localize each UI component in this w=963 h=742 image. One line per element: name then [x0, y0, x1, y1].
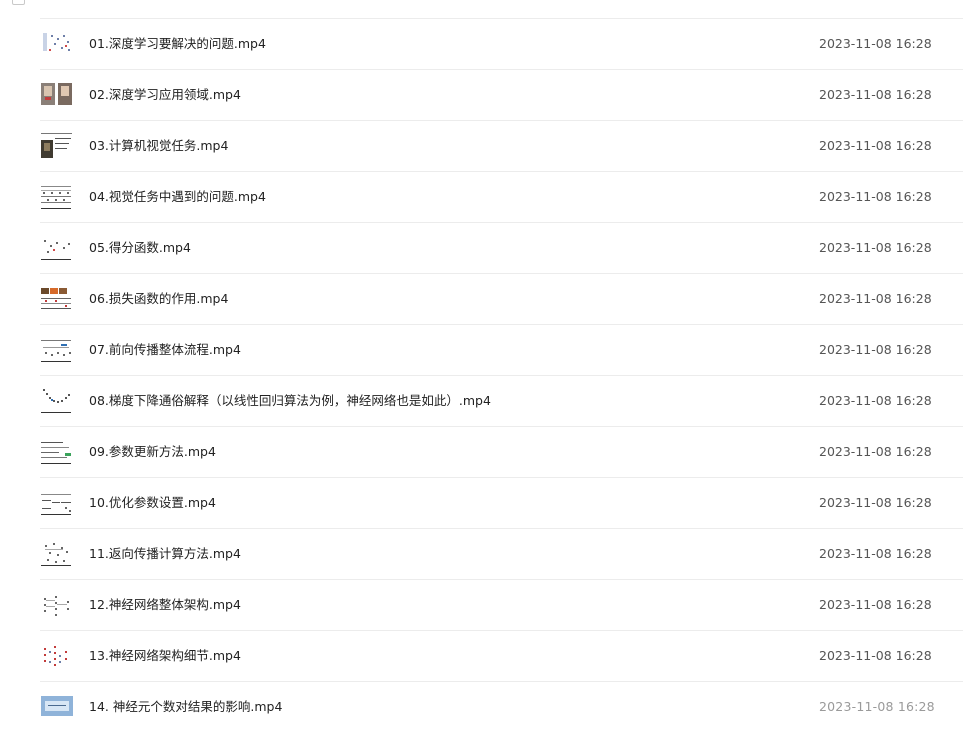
file-modified-date: 2023-11-08 16:28 — [819, 36, 932, 51]
video-thumbnail — [41, 386, 73, 414]
file-row[interactable]: 13.神经网络架构细节.mp4 2023-11-08 16:28 — [40, 631, 963, 682]
file-name[interactable]: 01.深度学习要解决的问题.mp4 — [89, 19, 266, 69]
file-row[interactable]: 08.梯度下降通俗解释（以线性回归算法为例，神经网络也是如此）.mp4 2023… — [40, 376, 963, 427]
file-row[interactable]: 05.得分函数.mp4 2023-11-08 16:28 — [40, 223, 963, 274]
file-modified-date: 2023-11-08 16:28 — [819, 648, 932, 663]
file-modified-date: 2023-11-08 16:28 — [819, 189, 932, 204]
video-thumbnail — [41, 284, 73, 312]
file-modified-date: 2023-11-08 16:28 — [819, 291, 932, 306]
file-name[interactable]: 13.神经网络架构细节.mp4 — [89, 631, 241, 681]
file-row[interactable]: 09.参数更新方法.mp4 2023-11-08 16:28 — [40, 427, 963, 478]
file-modified-date: 2023-11-08 16:28 — [819, 138, 932, 153]
file-row[interactable]: 06.损失函数的作用.mp4 2023-11-08 16:28 — [40, 274, 963, 325]
list-top-edge — [0, 0, 963, 19]
file-name[interactable]: 11.返向传播计算方法.mp4 — [89, 529, 241, 579]
video-thumbnail — [41, 131, 73, 159]
file-name[interactable]: 08.梯度下降通俗解释（以线性回归算法为例，神经网络也是如此）.mp4 — [89, 376, 491, 426]
video-thumbnail — [41, 590, 73, 618]
file-row[interactable]: 10.优化参数设置.mp4 2023-11-08 16:28 — [40, 478, 963, 529]
video-thumbnail — [41, 233, 73, 261]
file-row[interactable]: 01.深度学习要解决的问题.mp4 2023-11-08 16:28 — [40, 19, 963, 70]
file-name[interactable]: 14. 神经元个数对结果的影响.mp4 — [89, 682, 282, 732]
file-row[interactable]: 02.深度学习应用领域.mp4 2023-11-08 16:28 — [40, 70, 963, 121]
video-thumbnail — [41, 539, 73, 567]
select-all-checkbox[interactable] — [12, 0, 25, 5]
file-modified-date: 2023-11-08 16:28 — [819, 393, 932, 408]
video-thumbnail — [41, 488, 73, 516]
file-row[interactable]: 04.视觉任务中遇到的问题.mp4 2023-11-08 16:28 — [40, 172, 963, 223]
file-name[interactable]: 12.神经网络整体架构.mp4 — [89, 580, 241, 630]
file-row[interactable]: 12.神经网络整体架构.mp4 2023-11-08 16:28 — [40, 580, 963, 631]
file-name[interactable]: 09.参数更新方法.mp4 — [89, 427, 216, 477]
video-thumbnail — [41, 692, 73, 720]
file-name[interactable]: 07.前向传播整体流程.mp4 — [89, 325, 241, 375]
video-thumbnail — [41, 182, 73, 210]
file-modified-date: 2023-11-08 16:28 — [819, 546, 932, 561]
file-name[interactable]: 10.优化参数设置.mp4 — [89, 478, 216, 528]
file-list: 01.深度学习要解决的问题.mp4 2023-11-08 16:28 02.深度… — [40, 19, 963, 732]
file-name[interactable]: 02.深度学习应用领域.mp4 — [89, 70, 241, 120]
file-row[interactable]: 07.前向传播整体流程.mp4 2023-11-08 16:28 — [40, 325, 963, 376]
file-name[interactable]: 03.计算机视觉任务.mp4 — [89, 121, 228, 171]
video-thumbnail — [41, 437, 73, 465]
video-thumbnail — [41, 641, 73, 669]
video-thumbnail — [41, 80, 73, 108]
file-modified-date: 2023-11-08 16:28 — [819, 495, 932, 510]
file-modified-date: 2023-11-08 16:28 — [819, 597, 932, 612]
file-row[interactable]: 14. 神经元个数对结果的影响.mp4 2023-11-08 16:28 — [40, 682, 963, 732]
file-modified-date: 2023-11-08 16:28 — [819, 342, 932, 357]
file-name[interactable]: 06.损失函数的作用.mp4 — [89, 274, 228, 324]
video-thumbnail — [41, 29, 73, 57]
file-row[interactable]: 11.返向传播计算方法.mp4 2023-11-08 16:28 — [40, 529, 963, 580]
file-modified-date: 2023-11-08 16:28 — [819, 240, 932, 255]
file-modified-date: 2023-11-08 16:28 — [819, 87, 932, 102]
video-thumbnail — [41, 335, 73, 363]
file-name[interactable]: 05.得分函数.mp4 — [89, 223, 191, 273]
file-row[interactable]: 03.计算机视觉任务.mp4 2023-11-08 16:28 — [40, 121, 963, 172]
file-modified-date: 2023-11-08 16:28 — [819, 444, 932, 459]
file-modified-date: 2023-11-08 16:28 — [819, 699, 935, 714]
file-name[interactable]: 04.视觉任务中遇到的问题.mp4 — [89, 172, 266, 222]
